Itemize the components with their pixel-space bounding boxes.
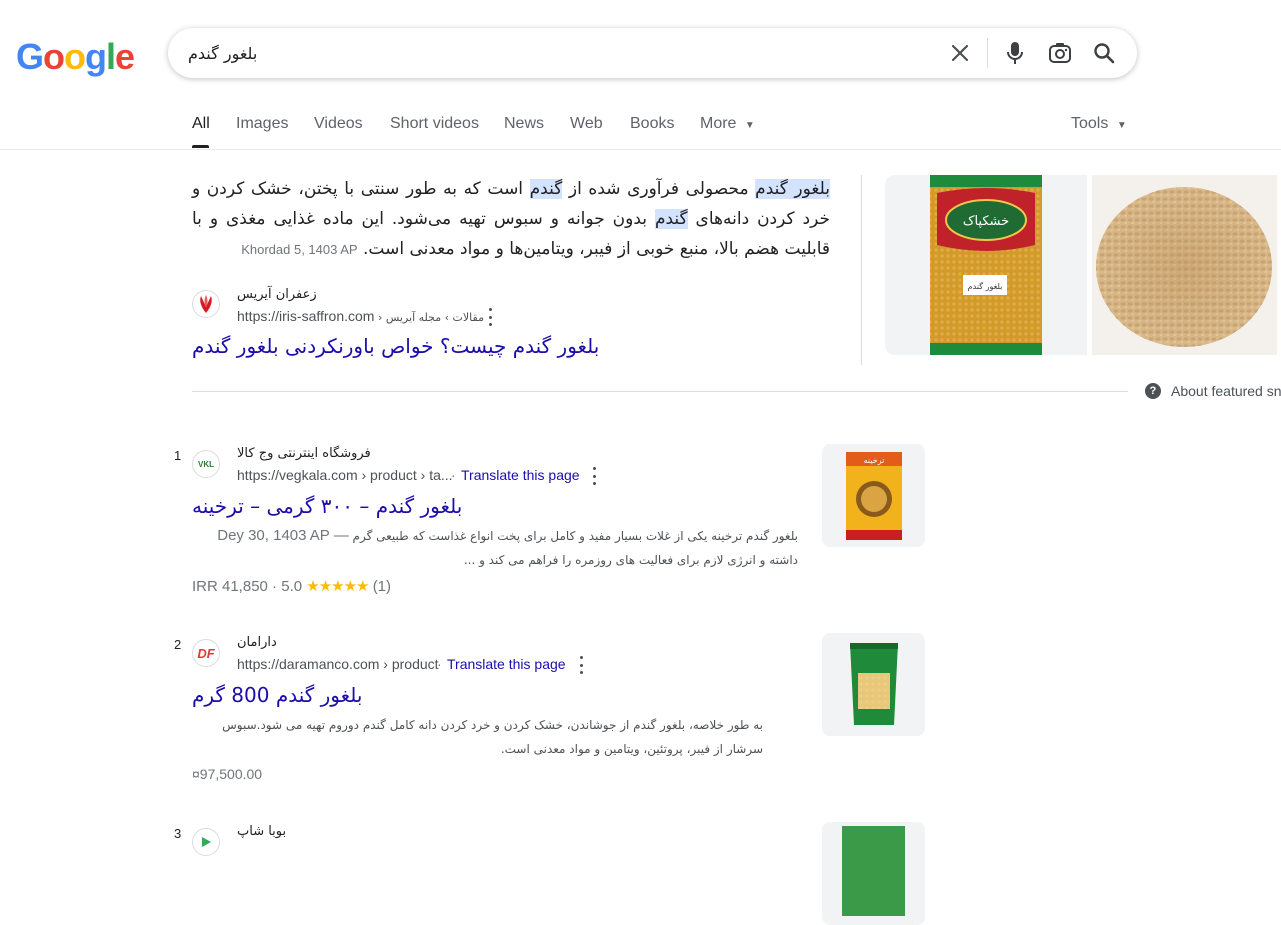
close-icon[interactable] bbox=[948, 41, 972, 65]
result-review-count: (1) bbox=[372, 578, 392, 595]
snippet-url-domain: https://iris-saffron.com bbox=[237, 308, 375, 324]
snippet-title-link[interactable]: بلغور گندم چیست؟ خواص باورنکردنی بلغور گ… bbox=[192, 334, 599, 358]
header-divider bbox=[0, 149, 1281, 150]
logo-letter: l bbox=[106, 36, 116, 77]
iris-saffron-favicon[interactable] bbox=[192, 290, 220, 318]
result-rank: 1 bbox=[174, 448, 182, 463]
star-rating-icon: ★★★★★ bbox=[306, 578, 369, 595]
result-title-link[interactable]: بلغور گندم 800 گرم bbox=[192, 683, 362, 707]
snippet-source-url[interactable]: https://iris-saffron.com › مقالات › مجله… bbox=[237, 308, 484, 324]
logo-letter: g bbox=[85, 36, 107, 77]
snippet-highlight: بلغور گندم bbox=[755, 179, 830, 199]
snippet-highlight: گندم bbox=[529, 179, 563, 199]
favicon-text: DF bbox=[197, 645, 215, 661]
result-price: ¤97,500.00 bbox=[192, 766, 263, 782]
separator-dot: · bbox=[451, 467, 456, 483]
tab-more-label: More bbox=[700, 115, 737, 132]
snippet-url-crumbs: › مقالات › مجله آیریس bbox=[374, 311, 484, 324]
product-package-image[interactable]: خشکپاک بلغور گندم bbox=[885, 175, 1087, 355]
result-snippet-line: به طور خلاصه، بلغور گندم از جوشاندن، خشک… bbox=[222, 718, 763, 732]
tools-button[interactable]: Tools ▼ bbox=[1071, 115, 1127, 133]
result-snippet-line: بلغور گندم ترخینه یکی از غلات بسیار مفید… bbox=[352, 529, 798, 543]
more-options-icon[interactable] bbox=[487, 308, 493, 326]
tab-all[interactable]: All bbox=[192, 115, 210, 133]
result-thumbnail[interactable]: ترخینه bbox=[822, 444, 925, 547]
tab-videos[interactable]: Videos bbox=[314, 115, 363, 133]
snippet-source-name[interactable]: زعفران آیریس bbox=[237, 287, 317, 302]
thumb-brand-text: ترخینه bbox=[864, 456, 885, 465]
snippet-highlight: گندم bbox=[654, 209, 688, 229]
package-brand-text: خشکپاک bbox=[963, 214, 1009, 229]
translate-link[interactable]: Translate this page bbox=[447, 656, 566, 672]
result-thumbnail[interactable] bbox=[822, 633, 925, 736]
snippet-divider bbox=[861, 175, 862, 365]
vegkala-favicon[interactable]: VKL bbox=[192, 450, 220, 478]
result-snippet-line: داشته و انرژی لازم برای فعالیت های روزمر… bbox=[463, 553, 798, 567]
result-favicon[interactable] bbox=[192, 828, 220, 856]
logo-letter: o bbox=[43, 36, 65, 77]
featured-snippet-text: بلغور گندم محصولی فرآوری شده از گندم است… bbox=[192, 174, 830, 265]
search-box bbox=[168, 28, 1137, 78]
search-icon[interactable] bbox=[1092, 41, 1116, 65]
result-rank: 3 bbox=[174, 826, 182, 841]
result-site-name[interactable]: دارامان bbox=[237, 635, 277, 650]
caret-down-icon: ▼ bbox=[1116, 120, 1127, 131]
result-snippet-line: سرشار از فیبر، پروتئین، ویتامین و مواد م… bbox=[500, 742, 763, 756]
caret-down-icon: ▼ bbox=[744, 120, 755, 131]
camera-lens-icon[interactable] bbox=[1048, 41, 1072, 65]
result-site-name[interactable]: فروشگاه اینترنتی وج کالا bbox=[237, 446, 371, 461]
logo-letter: o bbox=[64, 36, 86, 77]
result-date: Dey 30, 1403 AP — bbox=[217, 527, 349, 544]
separator-dot: · bbox=[437, 656, 442, 672]
tab-news[interactable]: News bbox=[504, 115, 544, 133]
result-snippet: به طور خلاصه، بلغور گندم از جوشاندن، خشک… bbox=[157, 713, 763, 761]
snippet-date: Khordad 5, 1403 AP bbox=[241, 242, 358, 257]
bulgur-grains-image[interactable] bbox=[1092, 175, 1277, 355]
help-icon: ? bbox=[1145, 383, 1161, 399]
result-rating: 5.0 bbox=[281, 578, 303, 595]
snippet-text-part: محصولی فرآوری شده از bbox=[562, 179, 756, 199]
favicon-text: VKL bbox=[198, 459, 214, 469]
result-title-link[interactable]: بلغور گندم – ۳۰۰ گرمی – ترخینه bbox=[192, 494, 462, 518]
tab-short-videos[interactable]: Short videos bbox=[390, 115, 479, 133]
package-label-text: بلغور گندم bbox=[968, 281, 1003, 291]
logo-letter: G bbox=[16, 36, 44, 77]
snippet-bottom-divider bbox=[192, 391, 1128, 392]
logo-letter: e bbox=[115, 36, 135, 77]
result-site-name[interactable]: بوبا شاپ bbox=[237, 824, 286, 839]
tools-label: Tools bbox=[1071, 115, 1109, 132]
search-divider bbox=[987, 38, 988, 68]
search-input[interactable] bbox=[168, 28, 908, 78]
translate-link[interactable]: Translate this page bbox=[461, 467, 580, 483]
about-label: About featured sni bbox=[1171, 383, 1281, 399]
result-url[interactable]: https://vegkala.com › product › ta... bbox=[237, 467, 453, 483]
daramanco-favicon[interactable]: DF bbox=[192, 639, 220, 667]
result-price: IRR 41,850 bbox=[192, 578, 268, 595]
result-thumbnail[interactable] bbox=[822, 822, 925, 925]
google-logo[interactable]: Google bbox=[16, 36, 135, 78]
tab-images[interactable]: Images bbox=[236, 115, 288, 133]
result-url[interactable]: https://daramanco.com › product bbox=[237, 656, 439, 672]
active-tab-indicator bbox=[192, 145, 209, 148]
tab-books[interactable]: Books bbox=[630, 115, 674, 133]
result-snippet: بلغور گندم ترخینه یکی از غلات بسیار مفید… bbox=[192, 524, 798, 572]
more-options-icon[interactable] bbox=[591, 467, 597, 485]
result-price-rating: IRR 41,850 · 5.0 ★★★★★ (1) bbox=[192, 578, 392, 595]
tab-more[interactable]: More ▼ bbox=[700, 115, 755, 133]
tab-web[interactable]: Web bbox=[570, 115, 603, 133]
result-rank: 2 bbox=[174, 637, 182, 652]
about-featured-snippets[interactable]: ? About featured sni bbox=[1145, 383, 1281, 399]
microphone-icon[interactable] bbox=[1003, 41, 1027, 65]
more-options-icon[interactable] bbox=[578, 656, 584, 674]
